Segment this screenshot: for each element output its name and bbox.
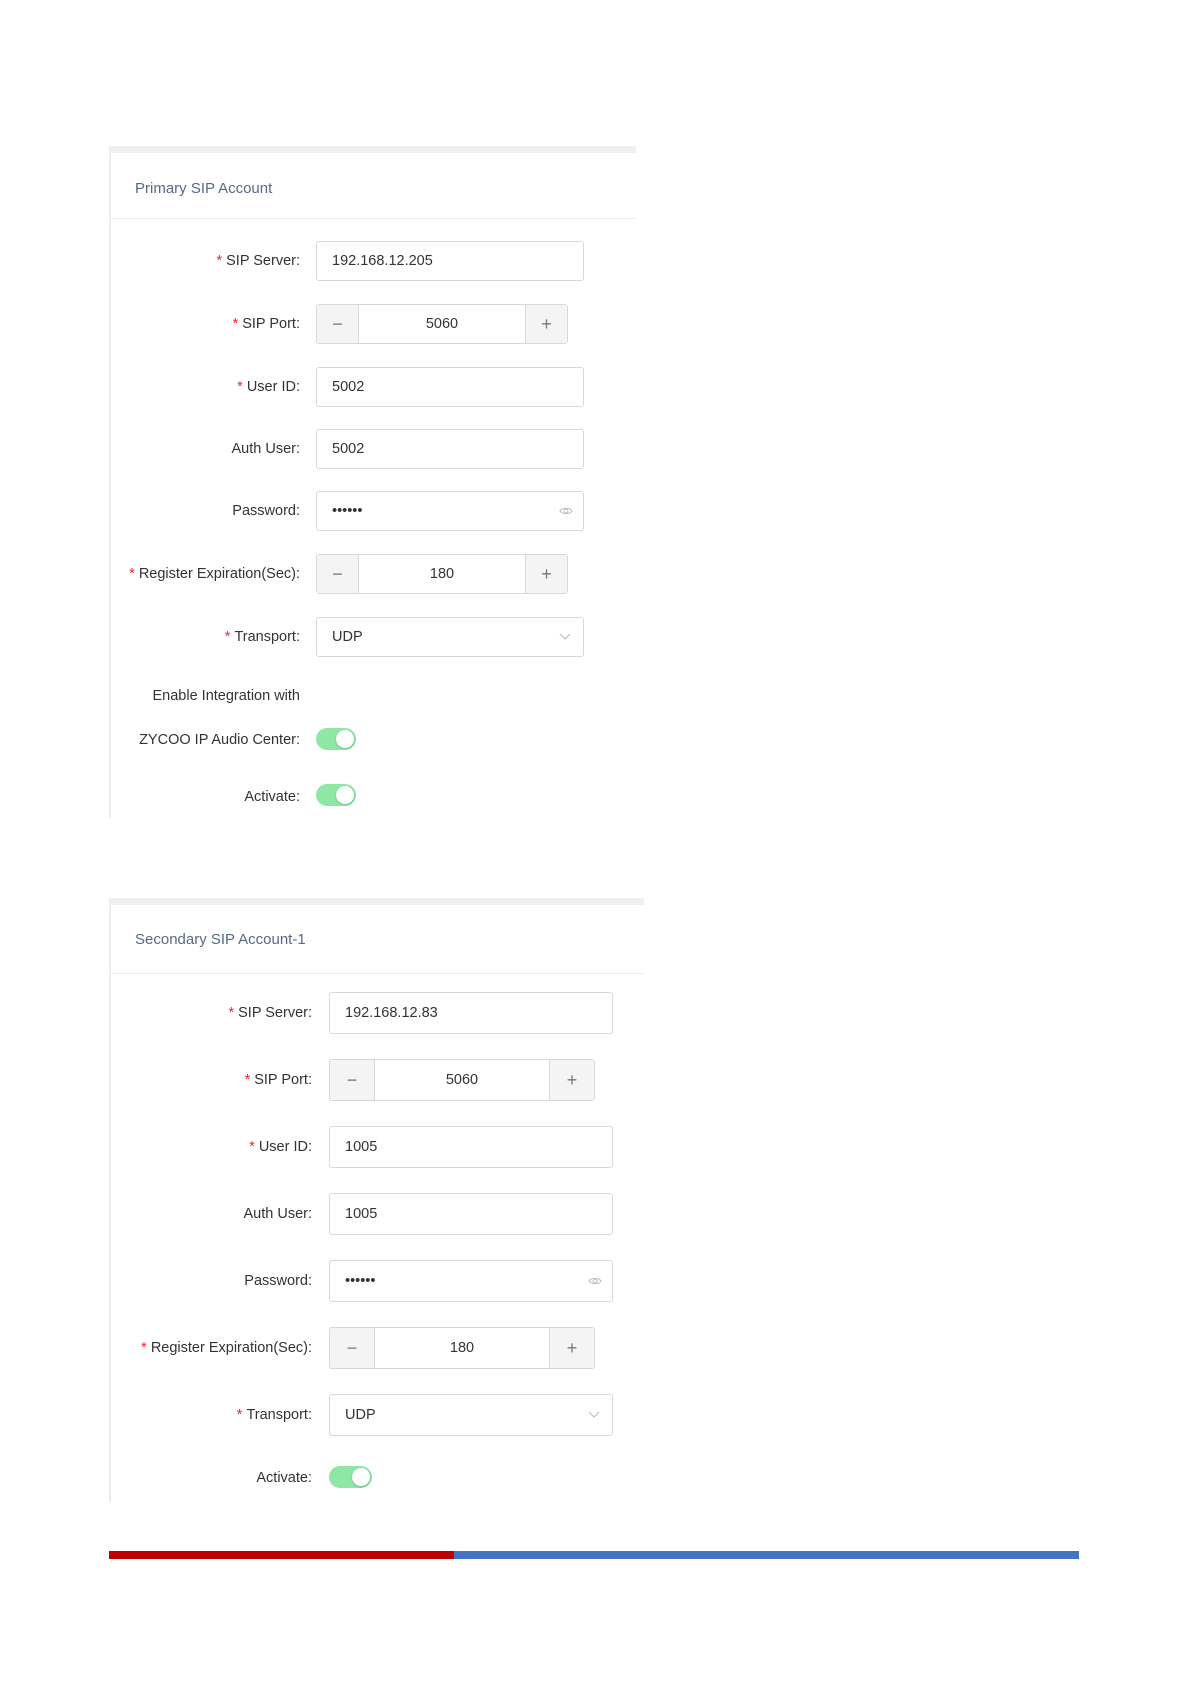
sip-server-input[interactable]: 192.168.12.205 — [316, 241, 584, 281]
user-id-input[interactable]: 1005 — [329, 1126, 613, 1168]
panel-header: Secondary SIP Account-1 — [111, 905, 644, 974]
required-mark: * — [244, 1072, 251, 1088]
user-id-label: * User ID: — [237, 379, 300, 395]
required-mark: * — [129, 566, 135, 582]
password-label: Password: — [232, 503, 300, 519]
sip-port-label: * SIP Port: — [244, 1072, 312, 1088]
register-expiration-stepper[interactable]: − 180 + — [316, 554, 568, 594]
decrement-button[interactable]: − — [330, 1328, 375, 1368]
sip-server-label: * SIP Server: — [228, 1005, 312, 1021]
increment-button[interactable]: + — [525, 555, 567, 593]
transport-label: * Transport: — [236, 1407, 312, 1423]
transport-label: * Transport: — [224, 629, 300, 645]
chevron-down-icon — [588, 1411, 600, 1418]
auth-user-input[interactable]: 5002 — [316, 429, 584, 469]
transport-select[interactable]: UDP — [316, 617, 584, 657]
user-id-input[interactable]: 5002 — [316, 367, 584, 407]
activate-toggle[interactable] — [329, 1466, 372, 1488]
sip-port-value[interactable]: 5060 — [359, 305, 525, 343]
user-id-label: * User ID: — [249, 1139, 312, 1155]
sip-server-label: * SIP Server: — [216, 253, 300, 269]
decrement-button[interactable]: − — [317, 305, 359, 343]
sip-port-value[interactable]: 5060 — [375, 1060, 549, 1100]
required-mark: * — [249, 1139, 255, 1155]
sip-server-input[interactable]: 192.168.12.83 — [329, 992, 613, 1034]
decrement-button[interactable]: − — [317, 555, 359, 593]
panel-title: Secondary SIP Account-1 — [135, 931, 306, 948]
panel-title: Primary SIP Account — [135, 180, 273, 197]
register-expiration-label: * Register Expiration(Sec): — [141, 1340, 312, 1356]
secondary-sip-account-panel: Secondary SIP Account-1 * SIP Server: 192… — [109, 898, 644, 1502]
panel-header: Primary SIP Account — [111, 153, 636, 219]
eye-icon[interactable] — [588, 1274, 602, 1288]
footer-bar-red — [109, 1551, 454, 1559]
register-expiration-stepper[interactable]: − 180 + — [329, 1327, 595, 1369]
toggle-knob — [336, 786, 354, 804]
required-mark: * — [224, 629, 231, 645]
eye-icon[interactable] — [559, 504, 573, 518]
password-input[interactable]: •••••• — [316, 491, 584, 531]
toggle-knob — [336, 730, 354, 748]
activate-label: Activate: — [244, 789, 300, 805]
required-mark: * — [232, 316, 239, 332]
required-mark: * — [236, 1407, 243, 1423]
integration-toggle[interactable] — [316, 728, 356, 750]
sip-port-label: * SIP Port: — [232, 316, 300, 332]
sip-port-stepper[interactable]: − 5060 + — [316, 304, 568, 344]
toggle-knob — [352, 1468, 370, 1486]
increment-button[interactable]: + — [525, 305, 567, 343]
footer-bar-blue — [454, 1551, 1079, 1559]
register-expiration-value[interactable]: 180 — [375, 1328, 549, 1368]
decrement-button[interactable]: − — [330, 1060, 375, 1100]
auth-user-label: Auth User: — [243, 1206, 313, 1222]
primary-sip-account-panel: Primary SIP Account * SIP Server: 192.168… — [109, 146, 636, 818]
auth-user-label: Auth User: — [231, 441, 301, 457]
integration-label-line2: ZYCOO IP Audio Center: — [139, 732, 300, 748]
activate-toggle[interactable] — [316, 784, 356, 806]
required-mark: * — [237, 379, 243, 395]
password-label: Password: — [244, 1273, 312, 1289]
sip-port-stepper[interactable]: − 5060 + — [329, 1059, 595, 1101]
required-mark: * — [141, 1340, 147, 1356]
required-mark: * — [228, 1005, 235, 1021]
transport-select[interactable]: UDP — [329, 1394, 613, 1436]
chevron-down-icon — [559, 633, 571, 640]
activate-label: Activate: — [256, 1470, 312, 1486]
auth-user-input[interactable]: 1005 — [329, 1193, 613, 1235]
required-mark: * — [216, 253, 223, 269]
password-input[interactable]: •••••• — [329, 1260, 613, 1302]
register-expiration-label: * Register Expiration(Sec): — [129, 566, 300, 582]
increment-button[interactable]: + — [549, 1328, 594, 1368]
integration-label-line1: Enable Integration with — [152, 688, 300, 704]
register-expiration-value[interactable]: 180 — [359, 555, 525, 593]
increment-button[interactable]: + — [549, 1060, 594, 1100]
